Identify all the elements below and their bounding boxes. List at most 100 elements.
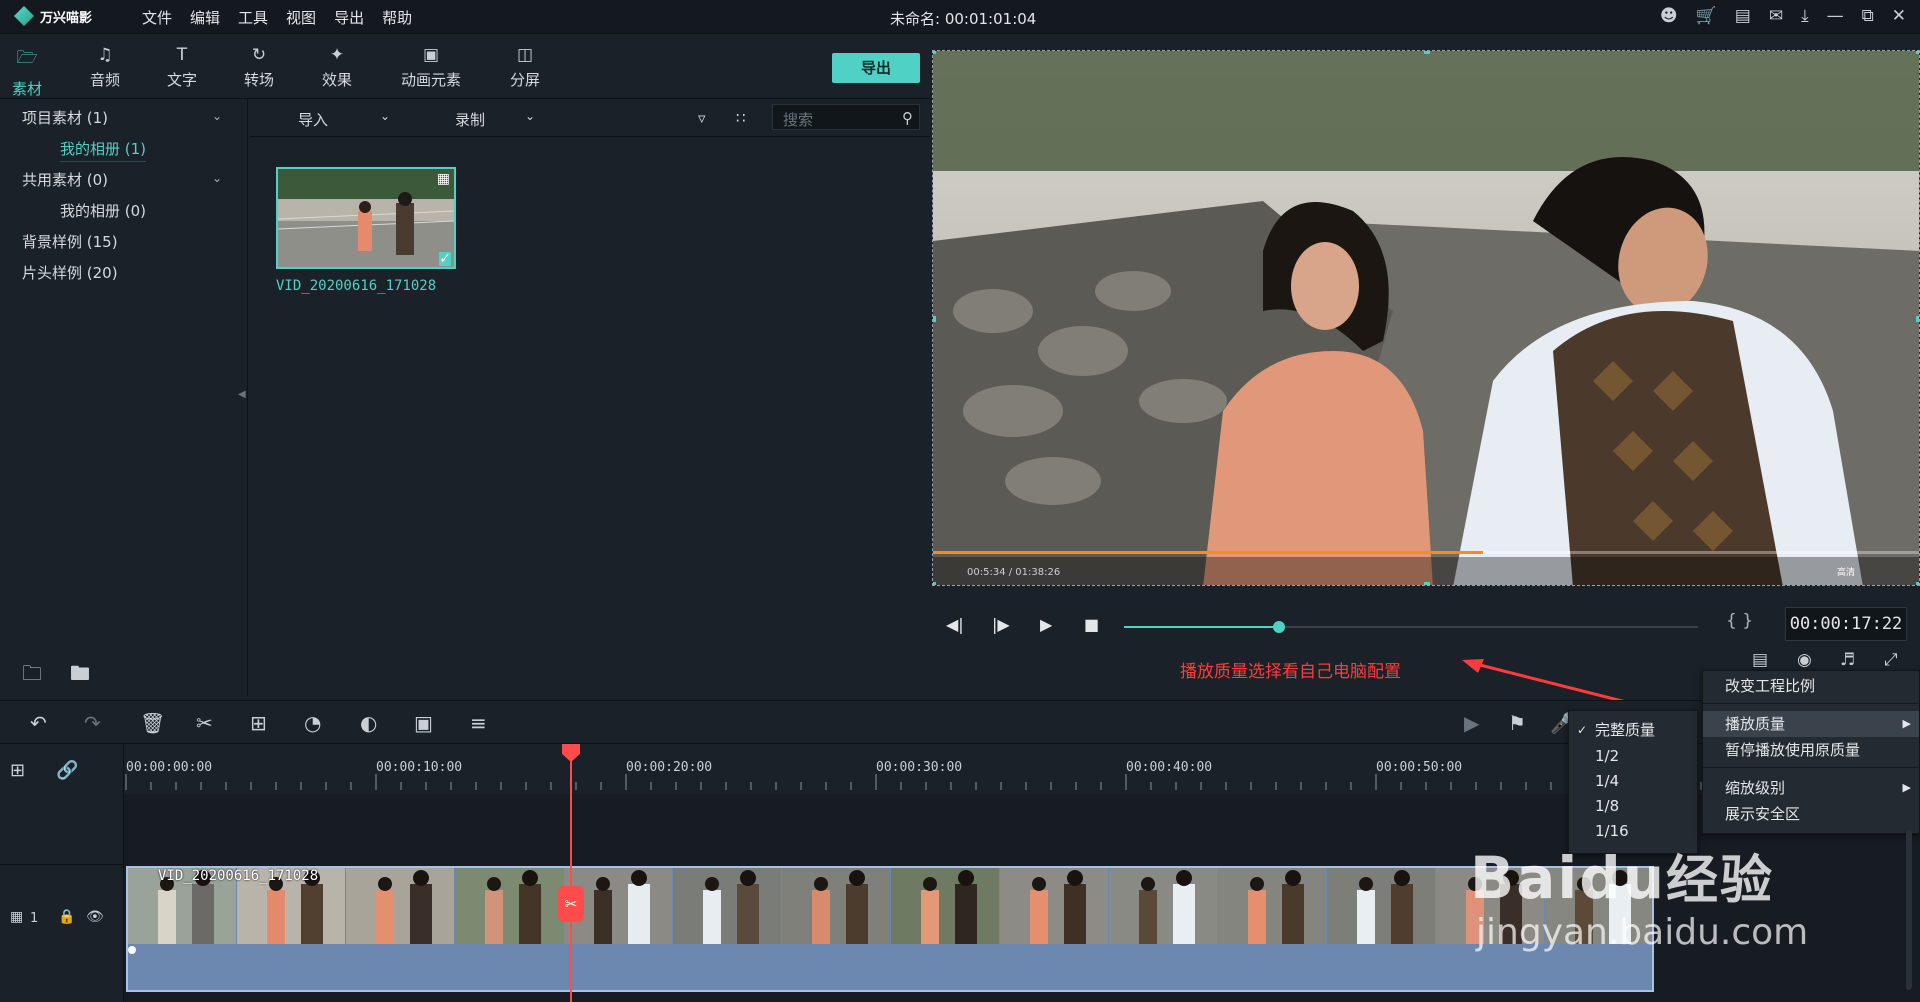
media-thumbnail[interactable]: ▦ ✓ <box>276 167 456 269</box>
player-overlay-badge: 高清 <box>1837 566 1855 578</box>
playhead[interactable] <box>570 744 572 1002</box>
adjust-icon[interactable]: ≡ <box>470 711 487 735</box>
prev-frame-icon[interactable]: ◀| <box>946 615 964 634</box>
menu-export[interactable]: 导出 <box>334 7 364 28</box>
menu-bar: 文件 编辑 工具 视图 导出 帮助 <box>142 7 412 28</box>
resize-handle[interactable] <box>1916 582 1919 585</box>
marker-icon[interactable]: ⚑ <box>1508 711 1526 735</box>
link-icon[interactable]: 🔗 <box>56 760 78 781</box>
tab-elements[interactable]: ▣ 动画元素 <box>390 45 472 90</box>
sidebar-item-shared-album[interactable]: 我的相册 (0) <box>60 200 146 221</box>
menu-item-change-ratio[interactable]: 改变工程比例 <box>1703 673 1919 699</box>
preview-window[interactable]: 00:5:34 / 01:38:26 高清 <box>932 50 1920 586</box>
menu-item-half-quality[interactable]: 1/2 <box>1569 743 1697 769</box>
tab-transition[interactable]: ↻ 转场 <box>224 45 294 90</box>
ruler-label: 00:00:10:00 <box>376 760 463 775</box>
display-settings-icon[interactable]: ▤ <box>1752 650 1768 670</box>
menu-file[interactable]: 文件 <box>142 7 172 28</box>
resize-handle[interactable] <box>1916 51 1919 54</box>
menu-item-playback-quality[interactable]: 播放质量 ▶ <box>1703 711 1919 737</box>
track-header: ⊞ 🔗 ▦ 1 🔒 👁 <box>0 744 124 1002</box>
folder-icon: 🗁 <box>16 48 38 68</box>
sidebar-item-project-media[interactable]: 项目素材 (1) <box>22 107 108 128</box>
resize-handle[interactable] <box>933 51 936 54</box>
menu-item-eighth-quality[interactable]: 1/8 <box>1569 793 1697 819</box>
resize-handle[interactable] <box>1424 51 1430 54</box>
import-dropdown[interactable]: 导入 <box>298 109 328 130</box>
menu-item-safe-zone[interactable]: 展示安全区 <box>1703 801 1919 827</box>
grid-view-icon[interactable]: ∷ <box>736 109 746 127</box>
eye-icon[interactable]: 👁 <box>86 909 104 925</box>
fullscreen-icon[interactable]: ⤢ <box>1884 650 1898 670</box>
tab-media[interactable]: 🗁 素材 <box>0 45 62 99</box>
cut-icon[interactable]: ✂ <box>196 711 213 735</box>
render-icon[interactable]: ▶ <box>1464 711 1479 735</box>
menu-item-full-quality[interactable]: ✓ 完整质量 <box>1569 717 1697 743</box>
color-icon[interactable]: ◐ <box>360 711 377 735</box>
tab-audio[interactable]: ♫ 音频 <box>70 45 140 90</box>
restore-icon[interactable]: ⧉ <box>1862 6 1874 26</box>
account-icon[interactable]: ☻ <box>1660 6 1678 26</box>
timeline-scrollbar[interactable] <box>1906 830 1912 990</box>
minimize-icon[interactable]: — <box>1827 6 1844 26</box>
green-screen-icon[interactable]: ▣ <box>414 711 433 735</box>
new-folder-icon[interactable]: 🗀 <box>22 659 42 693</box>
record-dropdown[interactable]: 录制 <box>455 109 485 130</box>
track-number: 1 <box>30 911 39 926</box>
ruler-label: 00:00:50:00 <box>1376 760 1463 775</box>
sidebar-item-shared-media[interactable]: 共用素材 (0) <box>22 169 108 190</box>
resize-handle[interactable] <box>1424 582 1430 585</box>
menu-help[interactable]: 帮助 <box>382 7 412 28</box>
media-item-name: VID_20200616_171028 <box>276 278 437 294</box>
chevron-down-icon[interactable]: ⌄ <box>380 109 390 123</box>
lock-icon[interactable]: 🔒 <box>58 909 75 925</box>
save-icon[interactable]: ▤ <box>1735 6 1751 26</box>
resize-handle[interactable] <box>1916 316 1919 322</box>
menu-item-zoom-level[interactable]: 缩放级别 ▶ <box>1703 775 1919 801</box>
redo-icon[interactable]: ↷ <box>84 711 101 735</box>
crop-icon[interactable]: ⊞ <box>250 711 267 735</box>
clip-trim-handle[interactable] <box>128 946 136 954</box>
search-icon[interactable]: ⚲ <box>902 109 913 127</box>
mark-in-out-icon[interactable]: { } <box>1726 611 1753 631</box>
search-input[interactable]: 搜索 ⚲ <box>772 104 920 130</box>
chevron-down-icon[interactable]: ⌄ <box>212 171 222 185</box>
resize-handle[interactable] <box>933 316 936 322</box>
download-icon[interactable]: ⤓ <box>1801 6 1809 26</box>
menu-edit[interactable]: 编辑 <box>190 7 220 28</box>
timeline-clip[interactable]: VID_20200616_171028 <box>126 866 1654 992</box>
delete-icon[interactable]: 🗑 <box>140 711 165 735</box>
delete-folder-icon[interactable]: 🖿 <box>70 659 90 693</box>
cart-icon[interactable]: 🛒 <box>1696 6 1717 26</box>
stop-icon[interactable]: ■ <box>1084 615 1099 634</box>
chevron-down-icon[interactable]: ⌄ <box>525 109 535 123</box>
menu-item-pause-original-quality[interactable]: 暂停播放使用原质量 <box>1703 737 1919 763</box>
scrubber-track[interactable] <box>1124 621 1698 633</box>
collapse-handle-icon[interactable]: ◀ <box>238 389 246 400</box>
filter-icon[interactable]: ▿ <box>698 109 706 127</box>
filmstrip-frame <box>891 868 999 944</box>
split-scissors-icon[interactable]: ✂ <box>558 886 584 922</box>
chevron-down-icon[interactable]: ⌄ <box>212 109 222 123</box>
sidebar-item-my-album[interactable]: 我的相册 (1) <box>60 138 147 162</box>
resize-handle[interactable] <box>933 582 936 585</box>
speed-icon[interactable]: ◔ <box>304 711 321 735</box>
menu-view[interactable]: 视图 <box>286 7 316 28</box>
menu-item-quarter-quality[interactable]: 1/4 <box>1569 768 1697 794</box>
add-track-icon[interactable]: ⊞ <box>10 760 25 781</box>
sidebar-item-backgrounds[interactable]: 背景样例 (15) <box>22 231 118 252</box>
camera-icon[interactable]: ◉ <box>1797 650 1812 670</box>
export-button[interactable]: 导出 <box>832 53 920 83</box>
tab-split-screen[interactable]: ◫ 分屏 <box>490 45 560 90</box>
close-icon[interactable]: ✕ <box>1892 6 1906 26</box>
undo-icon[interactable]: ↶ <box>30 711 47 735</box>
tab-effects[interactable]: ✦ 效果 <box>302 45 372 90</box>
mail-icon[interactable]: ✉ <box>1769 6 1783 26</box>
menu-tools[interactable]: 工具 <box>238 7 268 28</box>
play-icon[interactable]: ▶ <box>1040 615 1052 634</box>
scrubber-knob[interactable] <box>1272 621 1285 633</box>
sidebar-item-intros[interactable]: 片头样例 (20) <box>22 262 118 283</box>
volume-icon[interactable]: ♬ <box>1840 650 1855 670</box>
tab-text[interactable]: T 文字 <box>147 45 217 90</box>
next-frame-icon[interactable]: |▶ <box>992 615 1010 634</box>
